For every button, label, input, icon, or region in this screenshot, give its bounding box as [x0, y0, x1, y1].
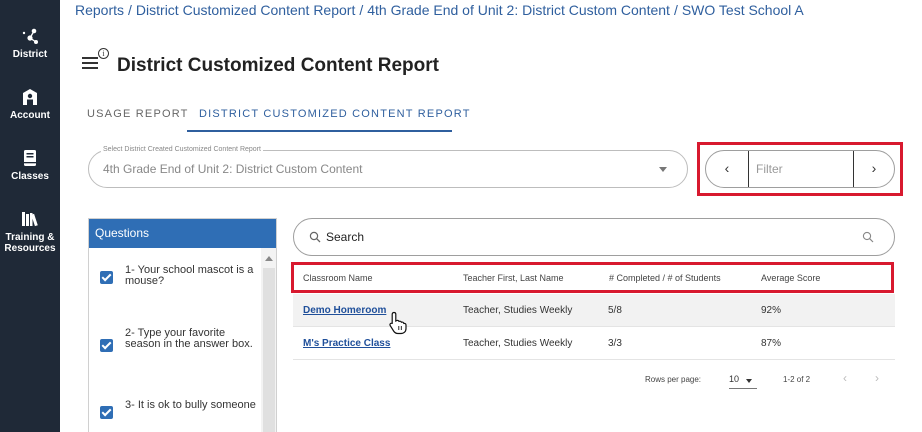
- hand-pointer-cursor-icon: [389, 311, 407, 335]
- books-icon: [22, 212, 38, 227]
- scroll-thumb[interactable]: [263, 268, 275, 432]
- sidebar-item-training-resources[interactable]: Training & Resources: [0, 209, 60, 254]
- info-icon[interactable]: i: [98, 48, 109, 59]
- filter-input[interactable]: [749, 151, 853, 187]
- sidebar: District Account Classes Training & Reso…: [0, 0, 60, 432]
- app-window: District Account Classes Training & Reso…: [0, 0, 922, 432]
- search-icon[interactable]: [862, 231, 874, 243]
- column-header-teacher[interactable]: Teacher First, Last Name: [463, 273, 564, 283]
- table-row: Demo Homeroom Teacher, Studies Weekly 5/…: [293, 294, 895, 327]
- breadcrumb-item-school: SWO Test School A: [681, 2, 804, 18]
- sidebar-item-label: District: [12, 49, 48, 60]
- sidebar-item-classes[interactable]: Classes: [0, 148, 60, 182]
- rows-per-page-value: 10: [729, 374, 740, 384]
- rows-per-page-label: Rows per page:: [645, 375, 702, 384]
- filter-control: ‹ ›: [705, 150, 895, 188]
- caret-down-icon: [746, 379, 752, 383]
- classes-icon: [24, 150, 36, 166]
- question-checkbox[interactable]: [100, 339, 113, 352]
- column-header-completed[interactable]: # Completed / # of Students: [609, 273, 721, 283]
- filter-input-wrapper: [748, 151, 854, 187]
- page-title: District Customized Content Report: [117, 55, 439, 76]
- question-text: 2- Type your favorite season in the answ…: [125, 327, 253, 350]
- hamburger-menu-icon[interactable]: [82, 57, 98, 71]
- completed-cell: 3/3: [608, 338, 622, 349]
- sidebar-item-label: Classes: [11, 171, 49, 182]
- next-page-button[interactable]: ›: [875, 371, 879, 385]
- filter-next-button[interactable]: ›: [854, 151, 894, 187]
- completed-cell: 5/8: [608, 305, 622, 316]
- search-icon: [309, 231, 321, 243]
- previous-page-button[interactable]: ‹: [843, 371, 847, 385]
- sidebar-item-account[interactable]: Account: [0, 87, 60, 121]
- active-tab-indicator: [187, 130, 452, 132]
- sidebar-item-label: Training & Resources: [4, 232, 56, 254]
- tab-usage-report[interactable]: USAGE REPORT: [87, 108, 189, 120]
- pagination-range: 1-2 of 2: [783, 375, 811, 384]
- teacher-cell: Teacher, Studies Weekly: [463, 305, 573, 316]
- classroom-link[interactable]: Demo Homeroom: [303, 305, 386, 316]
- questions-scrollbar[interactable]: [261, 248, 276, 432]
- report-select-label: Select District Created Customized Conte…: [101, 146, 263, 153]
- questions-panel: Questions 1- Your school mascot is a mou…: [88, 218, 277, 432]
- table-row: M's Practice Class Teacher, Studies Week…: [293, 327, 895, 360]
- sidebar-item-district[interactable]: District: [0, 26, 60, 60]
- questions-list: 1- Your school mascot is a mouse? 2- Typ…: [89, 248, 261, 432]
- average-score-cell: 87%: [761, 338, 782, 349]
- breadcrumb-item-reports[interactable]: Reports: [75, 2, 124, 18]
- classroom-link[interactable]: M's Practice Class: [303, 338, 390, 349]
- breadcrumb-item-content[interactable]: 4th Grade End of Unit 2: District Custom…: [367, 2, 670, 18]
- column-header-classroom[interactable]: Classroom Name: [303, 273, 373, 283]
- scroll-up-arrow-icon[interactable]: [265, 256, 273, 261]
- breadcrumb-separator: /: [673, 2, 678, 18]
- search-input[interactable]: [326, 227, 846, 247]
- column-header-average-score[interactable]: Average Score: [761, 273, 820, 283]
- tab-district-customized-content-report[interactable]: DISTRICT CUSTOMIZED CONTENT REPORT: [199, 108, 471, 120]
- rows-per-page-select[interactable]: 10: [729, 371, 757, 389]
- sidebar-item-label: Account: [10, 110, 50, 121]
- report-select-value: 4th Grade End of Unit 2: District Custom…: [103, 162, 363, 176]
- breadcrumb-separator: /: [128, 2, 132, 18]
- breadcrumb-separator: /: [359, 2, 364, 18]
- report-select[interactable]: Select District Created Customized Conte…: [88, 146, 688, 188]
- question-checkbox[interactable]: [100, 271, 113, 284]
- question-text: 1- Your school mascot is a mouse?: [125, 264, 254, 287]
- breadcrumb-item-report[interactable]: District Customized Content Report: [136, 2, 355, 18]
- question-checkbox[interactable]: [100, 406, 113, 419]
- caret-down-icon: [659, 167, 667, 172]
- questions-header: Questions: [89, 219, 276, 248]
- teacher-cell: Teacher, Studies Weekly: [463, 338, 573, 349]
- breadcrumb: Reports / District Customized Content Repo…: [75, 2, 804, 18]
- average-score-cell: 92%: [761, 305, 782, 316]
- account-icon: [23, 89, 37, 105]
- filter-prev-button[interactable]: ‹: [706, 151, 748, 187]
- district-icon: [22, 28, 38, 44]
- question-text: 3- It is ok to bully someone: [125, 399, 256, 411]
- search-box: [293, 218, 895, 256]
